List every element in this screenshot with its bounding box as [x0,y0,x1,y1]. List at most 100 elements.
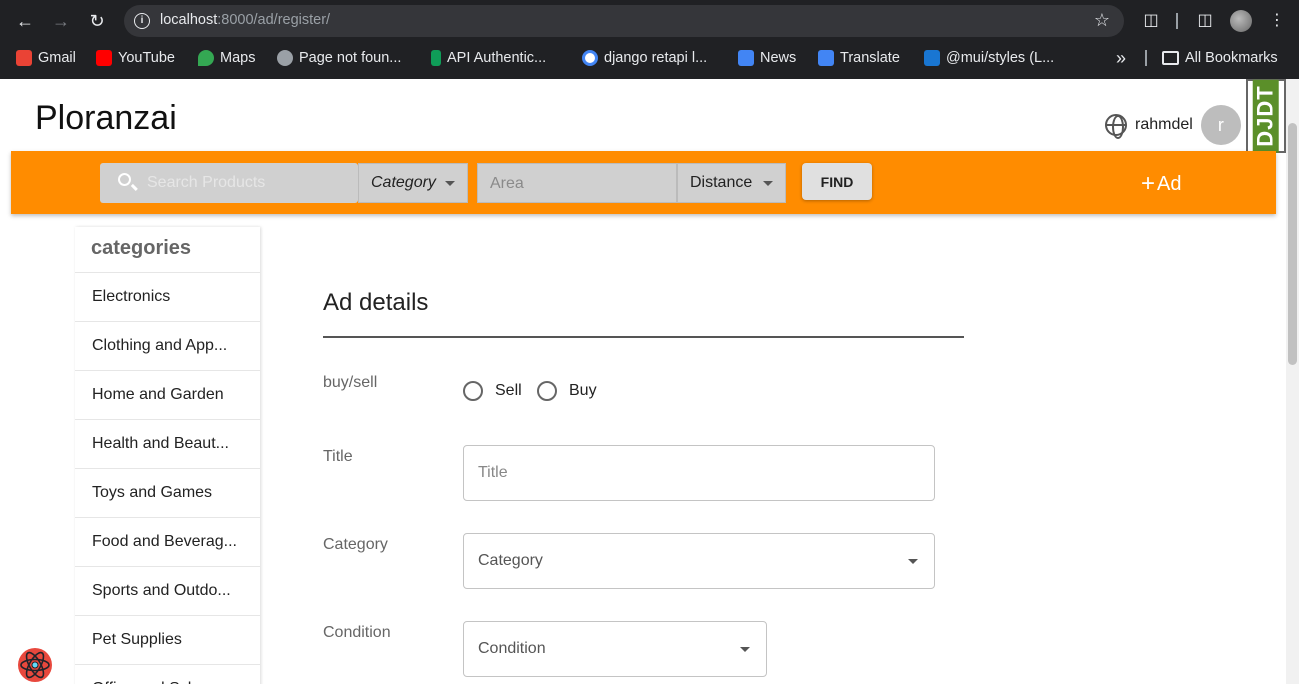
sidebar-item-electronics[interactable]: Electronics [75,273,260,322]
bookmark-gmail[interactable]: Gmail [16,47,76,69]
condition-select-field[interactable]: Condition [463,621,767,677]
all-bookmarks-label: All Bookmarks [1185,50,1278,66]
sidebar-heading: categories [75,227,260,273]
url-path: :8000/ad/register/ [217,12,331,28]
category-label: Category [323,536,388,553]
add-ad-label: Ad [1157,172,1182,195]
bookmark-label: Gmail [38,50,76,66]
forward-icon[interactable]: → [48,8,74,34]
category-select-field[interactable]: Category [463,533,935,589]
category-select-label: Category [371,174,436,191]
bookmark-news[interactable]: News [738,47,796,69]
globe-icon[interactable] [1105,114,1127,139]
browser-chrome: ← → ↻ i localhost:8000/ad/register/ ☆ ◫ … [0,0,1299,79]
sell-radio-label: Sell [495,382,522,399]
bookmark-label: @mui/styles (L... [946,50,1055,66]
google-icon [582,50,598,66]
search-placeholder: Search Products [147,174,266,191]
web-page: Ploranzai rahmdel r DJDT Search Products… [3,79,1286,684]
plus-icon: + [1141,170,1156,197]
sidebar-item-sports-outdoors[interactable]: Sports and Outdo... [75,567,260,616]
bookmark-label: News [760,50,797,66]
djdt-label: DJDT [1253,79,1280,153]
folder-icon [1162,51,1179,65]
buy-radio[interactable]: Buy [537,381,597,401]
sidebar-item-health-beauty[interactable]: Health and Beaut... [75,420,260,469]
profile-avatar-icon[interactable] [1230,10,1252,32]
bookmarks-separator [1145,50,1147,66]
area-input[interactable]: Area [477,163,677,203]
category-select-value: Category [478,552,543,569]
bookmark-maps[interactable]: Maps [198,47,255,69]
form-title-divider [323,336,964,338]
bookmark-django-retapi[interactable]: django retapi l... [582,47,707,69]
username[interactable]: rahmdel [1135,116,1193,134]
mui-icon [924,50,940,66]
buy-radio-label: Buy [569,382,597,399]
page-scrollbar[interactable] [1286,79,1299,684]
toolbar-separator [1176,13,1178,29]
chevron-down-icon [740,647,750,652]
menu-kebab-icon[interactable]: ⋮ [1266,10,1288,32]
form-title: Ad details [323,289,429,316]
search-input[interactable]: Search Products [100,163,358,203]
reload-icon[interactable]: ↻ [84,8,110,34]
bookmark-label: API Authentic... [447,50,547,66]
bookmarks-overflow-button[interactable]: » [1116,47,1126,69]
distance-select[interactable]: Distance [677,163,786,203]
condition-label: Condition [323,624,391,641]
back-icon[interactable]: ← [12,8,38,34]
gmail-icon [16,50,32,66]
address-bar[interactable]: i localhost:8000/ad/register/ ☆ [124,5,1124,37]
all-bookmarks-button[interactable]: All Bookmarks [1162,47,1278,69]
url-text[interactable]: localhost:8000/ad/register/ [160,12,330,28]
sell-radio[interactable]: Sell [463,381,522,401]
bookmark-api-authentication[interactable]: API Authentic... [431,47,546,69]
site-info-icon[interactable]: i [134,13,150,29]
bookmarks-bar: Gmail YouTube Maps Page not foun... API … [0,44,1299,72]
categories-sidebar: categories Electronics Clothing and App.… [75,227,260,684]
radio-unchecked-icon [537,381,557,401]
sidebar-item-toys-games[interactable]: Toys and Games [75,469,260,518]
avatar[interactable]: r [1200,105,1241,145]
chevron-down-icon [908,559,918,564]
bookmark-page-not-found[interactable]: Page not foun... [277,47,401,69]
sidebar-item-home-garden[interactable]: Home and Garden [75,371,260,420]
youtube-icon [96,50,112,66]
sidebar-item-clothing[interactable]: Clothing and App... [75,322,260,371]
bookmark-label: Maps [220,50,256,66]
condition-select-value: Condition [478,640,546,657]
bookmark-label: Translate [840,50,900,66]
find-button[interactable]: FIND [802,163,872,200]
bookmark-label: YouTube [118,50,175,66]
title-input[interactable]: Title [463,445,935,501]
category-select[interactable]: Category [358,163,468,203]
browser-toolbar: ← → ↻ i localhost:8000/ad/register/ ☆ ◫ … [0,0,1299,42]
sidebar-item-food-beverage[interactable]: Food and Beverag... [75,518,260,567]
title-placeholder: Title [478,464,508,481]
bookmark-label: Page not foun... [299,50,402,66]
django-debug-toolbar-handle[interactable]: DJDT [1246,79,1286,153]
buysell-label: buy/sell [323,374,378,391]
scrollbar-thumb[interactable] [1288,123,1297,365]
react-devtools-icon[interactable] [14,646,56,684]
globe-icon [277,50,293,66]
add-ad-button[interactable]: + Ad [1141,170,1181,198]
maps-icon [198,50,214,66]
user-menu[interactable]: rahmdel r [1105,105,1241,145]
translate-icon [818,50,834,66]
side-panel-icon[interactable]: ◫ [1194,10,1216,32]
distance-select-label: Distance [690,174,753,191]
bookmark-mui-styles[interactable]: @mui/styles (L... [924,47,1054,69]
bookmark-translate[interactable]: Translate [818,47,900,69]
radio-unchecked-icon [463,381,483,401]
search-icon [118,173,131,186]
sidebar-item-pet-supplies[interactable]: Pet Supplies [75,616,260,665]
site-logo[interactable]: Ploranzai [35,99,177,138]
sidebar-item-office-school[interactable]: Office and Sch... [75,665,260,684]
api-icon [431,50,441,66]
news-icon [738,50,754,66]
extensions-icon[interactable]: ◫ [1140,10,1162,32]
bookmark-youtube[interactable]: YouTube [96,47,175,69]
bookmark-star-icon[interactable]: ☆ [1094,10,1110,31]
